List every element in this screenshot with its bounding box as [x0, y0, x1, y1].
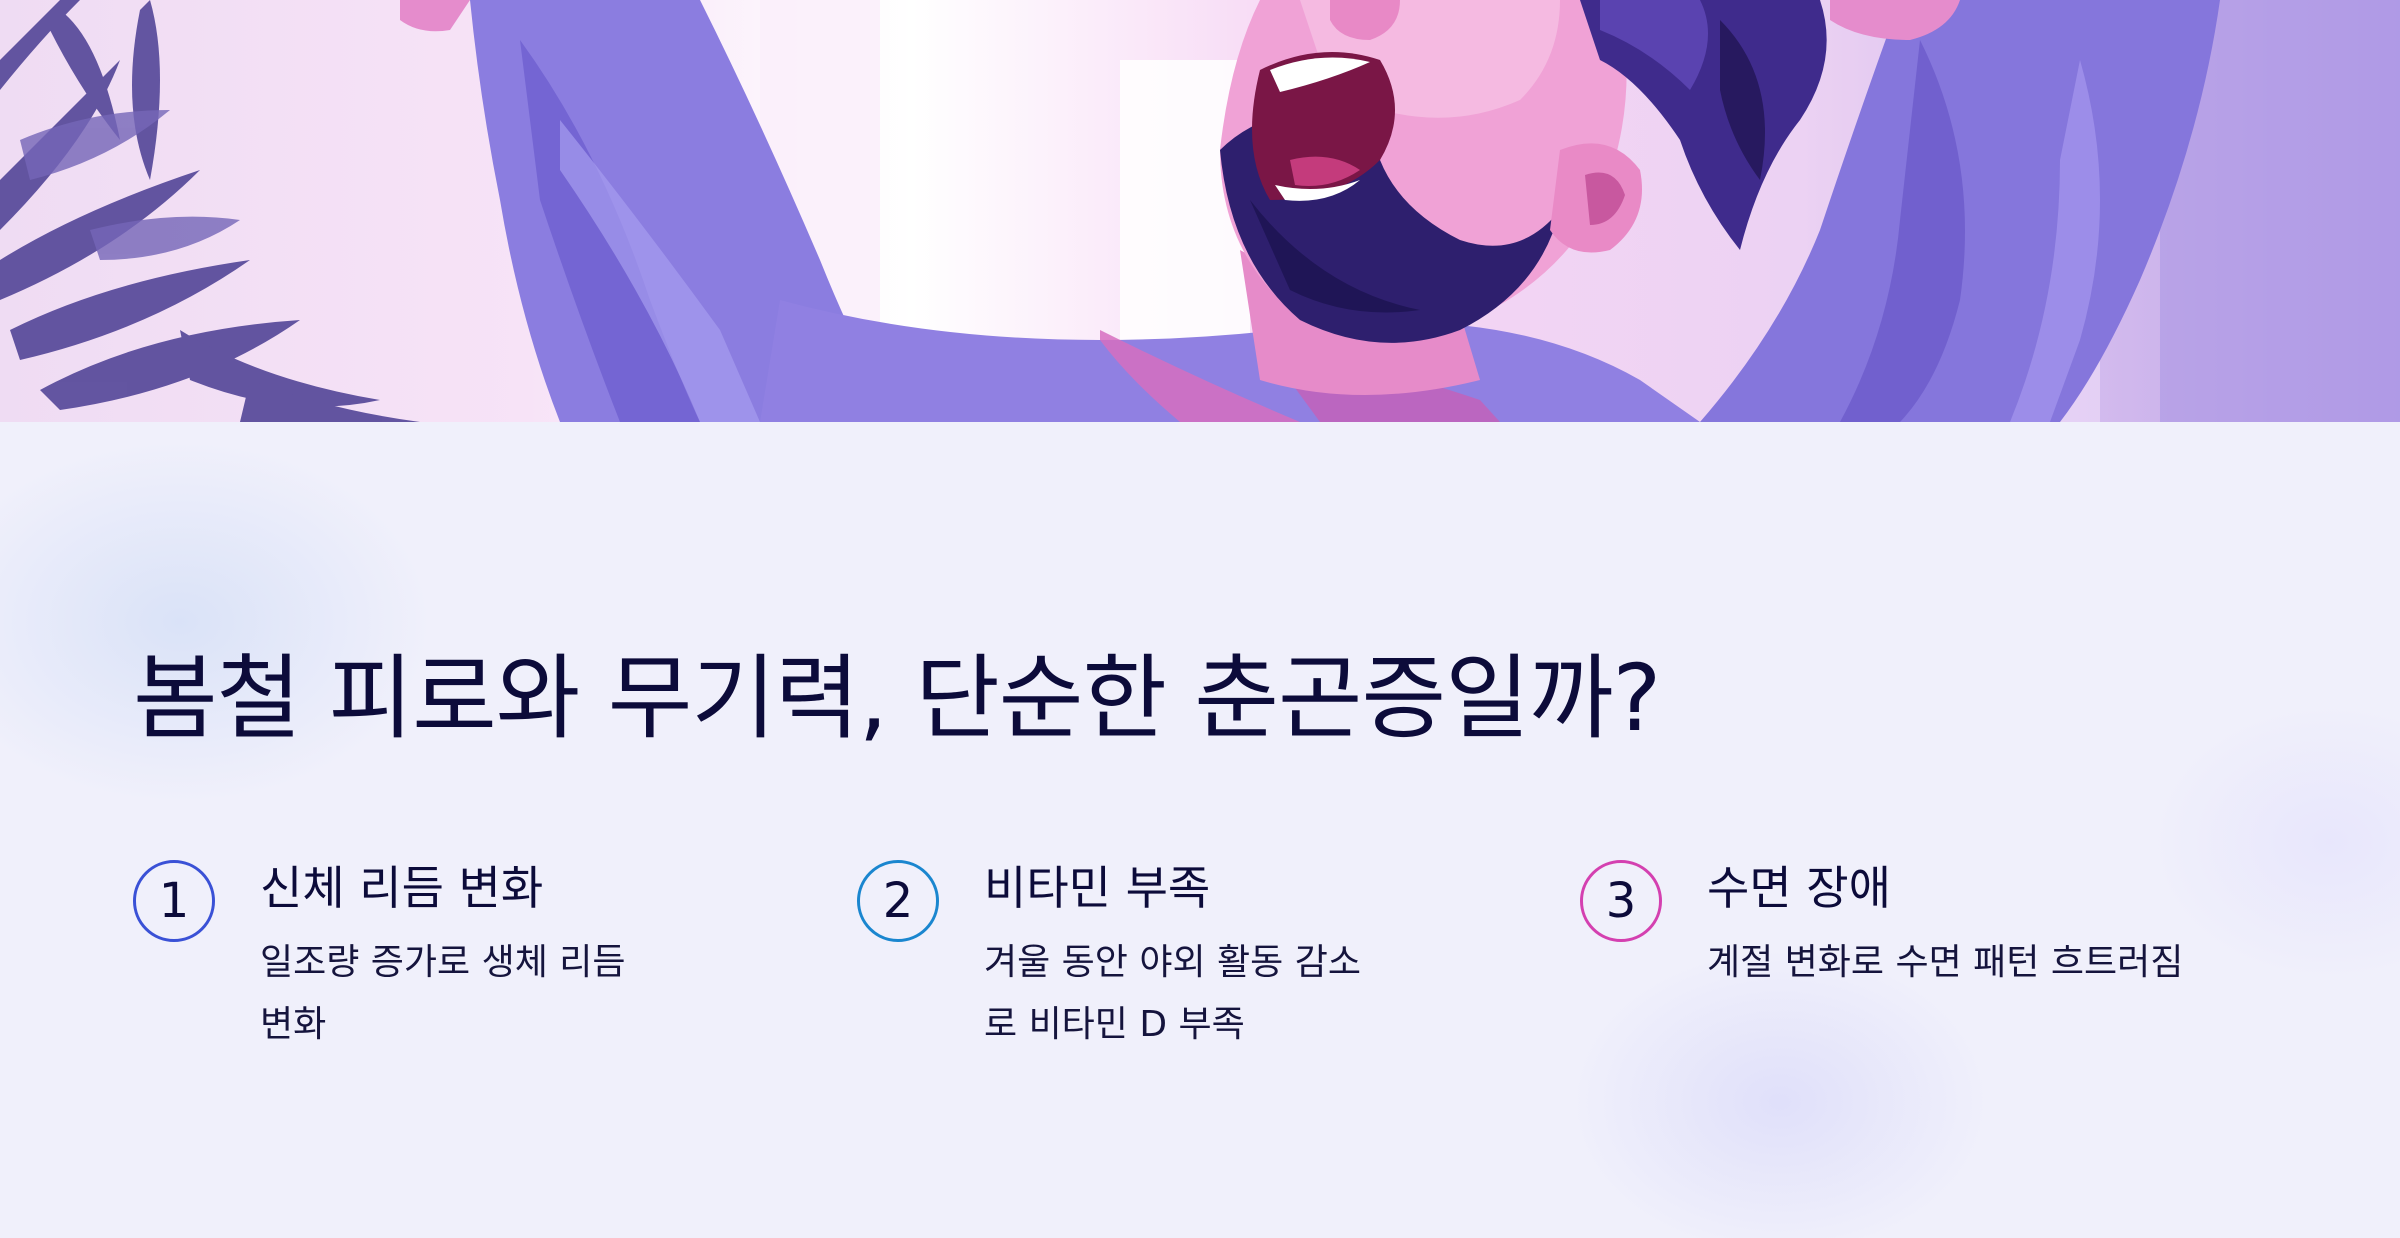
page-title: 봄철 피로와 무기력, 단순한 춘곤증일까?	[133, 645, 1661, 752]
feature-description: 계절 변화로 수면 패턴 흐트러짐	[1707, 942, 2184, 983]
man-yawning-illustration	[0, 0, 2400, 422]
feature-title: 수면 장애	[1707, 861, 1891, 915]
feature-description: 일조량 증가로 생체 리듬 변화	[260, 942, 626, 1045]
number-badge: 3	[1580, 860, 1662, 942]
content-section: 봄철 피로와 무기력, 단순한 춘곤증일까? 1 신체 리듬 변화 일조량 증가…	[0, 422, 2400, 1238]
hero-illustration	[0, 0, 2400, 422]
feature-title: 신체 리듬 변화	[260, 861, 544, 915]
feature-title: 비타민 부족	[984, 861, 1211, 915]
number-badge: 2	[857, 860, 939, 942]
feature-description: 겨울 동안 야외 활동 감소로 비타민 D 부족	[984, 942, 1361, 1045]
number-badge: 1	[133, 860, 215, 942]
